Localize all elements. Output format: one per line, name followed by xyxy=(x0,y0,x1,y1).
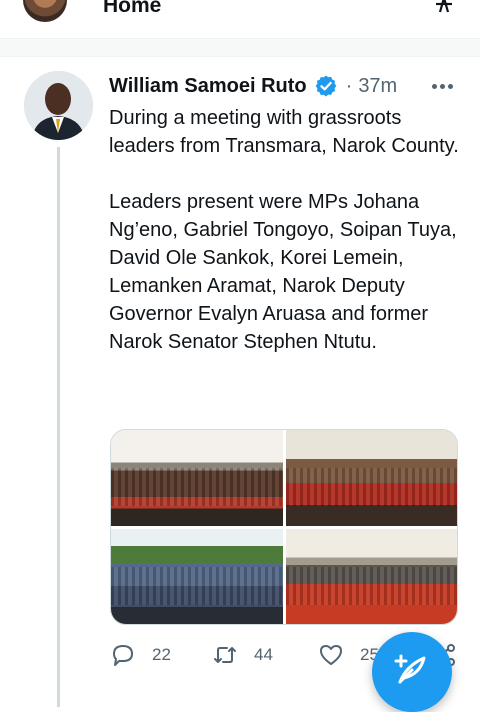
more-options-icon[interactable] xyxy=(432,83,454,91)
retweet-count: 44 xyxy=(254,645,273,664)
compose-feather-icon xyxy=(394,654,426,684)
tweet-paragraph: During a meeting with grassroots leaders… xyxy=(109,107,459,157)
reply-count: 22 xyxy=(152,645,171,664)
author-name[interactable]: William Samoei Ruto xyxy=(109,75,307,98)
page-title: Home xyxy=(103,0,162,17)
tweet-photo[interactable] xyxy=(285,430,457,526)
separator-dot: · xyxy=(345,74,353,97)
tweet-time[interactable]: 37m xyxy=(358,75,397,98)
compose-tweet-button[interactable] xyxy=(372,632,452,712)
reply-button[interactable]: 22 xyxy=(110,640,171,670)
tweet-photo[interactable] xyxy=(111,430,283,526)
retweet-icon xyxy=(214,647,236,663)
tweet-header: William Samoei Ruto · 37m xyxy=(109,72,397,100)
tweet-photo[interactable] xyxy=(285,528,457,624)
profile-avatar[interactable] xyxy=(23,0,67,22)
reply-icon xyxy=(113,645,133,666)
retweet-button[interactable]: 44 xyxy=(212,640,273,670)
tweet-photo[interactable] xyxy=(111,528,283,624)
like-button[interactable]: 25 xyxy=(318,640,379,670)
media-grid xyxy=(110,429,458,625)
timeline-divider xyxy=(0,39,480,57)
verified-badge-icon xyxy=(315,75,337,97)
author-avatar[interactable] xyxy=(24,71,93,140)
top-header: Home xyxy=(0,0,480,39)
thread-line xyxy=(57,147,60,707)
tweet-text: During a meeting with grassroots leaders… xyxy=(109,104,464,356)
tweet-paragraph: Leaders present were MPs Johana Ng’eno, … xyxy=(109,191,457,353)
sparkle-icon[interactable] xyxy=(430,0,458,20)
heart-icon xyxy=(320,645,342,665)
